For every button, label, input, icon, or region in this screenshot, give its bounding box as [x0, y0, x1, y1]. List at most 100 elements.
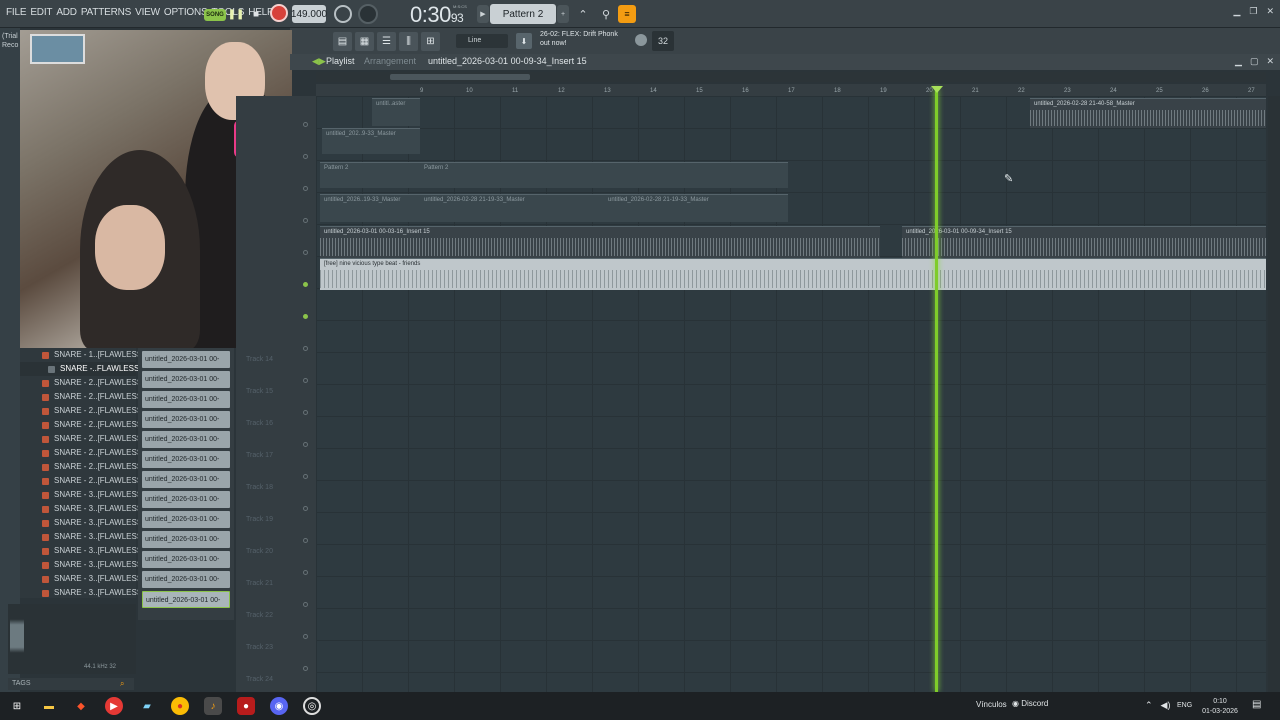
playhead-marker-icon[interactable] [931, 86, 943, 93]
song-mode-toggle[interactable]: SONG [204, 9, 226, 21]
clip-item[interactable]: untitled_2026-03-01 00- [142, 511, 230, 528]
fl-studio-icon[interactable]: ♪ [204, 697, 222, 715]
browser-item[interactable]: SNARE - 2..[FLAWLESS] [20, 404, 144, 418]
clip-block[interactable]: untitl..aster [372, 98, 420, 126]
system-clock[interactable]: 0:10 01-03-2026 [1200, 697, 1240, 717]
piano-roll-icon[interactable]: ▦ [355, 32, 374, 51]
minimize-icon[interactable]: ▁ [1233, 6, 1240, 17]
recorder-app-icon[interactable]: ● [237, 697, 255, 715]
news-panel[interactable]: 26-02: FLEX: Drift Phonk out now! [540, 30, 630, 48]
pattern-add-icon[interactable]: + [557, 5, 569, 23]
browser-item[interactable]: SNARE - 3..[FLAWLESS] [20, 502, 144, 516]
chrome-icon[interactable]: ● [171, 697, 189, 715]
track-mute-toggle[interactable] [303, 634, 308, 639]
clip-item[interactable]: untitled_2026-03-01 00- [142, 551, 230, 568]
track-mute-toggle[interactable] [303, 250, 308, 255]
snap-selector[interactable]: Line [456, 34, 508, 48]
clip-item[interactable]: untitled_2026-03-01 00- [142, 431, 230, 448]
track-mute-toggle[interactable] [303, 218, 308, 223]
online-icon[interactable] [635, 34, 647, 46]
clip-item[interactable]: untitled_2026-03-01 00- [142, 451, 230, 468]
news-icon[interactable]: ⬇ [516, 33, 532, 49]
file-explorer-icon[interactable]: ▬ [40, 697, 58, 715]
track-mute-toggle[interactable] [303, 122, 308, 127]
clip-item[interactable]: untitled_2026-03-01 00- [142, 351, 230, 368]
audio-clip[interactable]: [free] nine vicious type beat - friends [320, 258, 1266, 290]
clip-block[interactable]: untitled_2026-02-28 21-19-33_Master [420, 194, 604, 222]
menu-add[interactable]: ADD [54, 7, 79, 18]
browser-icon[interactable]: ⊞ [421, 32, 440, 51]
track-mute-toggle[interactable] [303, 570, 308, 575]
audio-clip[interactable]: untitled_2026-03-01 00-03-16_Insert 15 [320, 226, 880, 258]
clip-block[interactable]: untitled_2026..19-33_Master [320, 194, 420, 222]
clip-item[interactable]: untitled_2026-03-01 00- [142, 491, 230, 508]
menu-patterns[interactable]: PATTERNS [79, 7, 133, 18]
clip-block[interactable]: untitled_202..9-33_Master [322, 128, 420, 154]
track-mute-toggle[interactable] [303, 474, 308, 479]
clip-item[interactable]: untitled_2026-03-01 00- [142, 411, 230, 428]
close-icon[interactable]: ✕ [1266, 56, 1274, 67]
browser-item[interactable]: SNARE -..FLAWLESS] [20, 362, 142, 376]
track-mute-toggle[interactable] [303, 378, 308, 383]
snap-tool-icon[interactable]: ⌃ [574, 5, 592, 23]
hint-bar-icon[interactable]: ≡ [618, 5, 636, 23]
playlist-play-icon[interactable]: ◀▶ [312, 56, 326, 67]
track-mute-toggle[interactable] [303, 410, 308, 415]
track-mute-toggle[interactable] [303, 346, 308, 351]
media-app-icon[interactable]: ▶ [105, 697, 123, 715]
discord-tray-item[interactable]: ◉ Discord [1012, 699, 1048, 708]
language-indicator[interactable]: ENG [1177, 702, 1192, 709]
clip-item[interactable]: untitled_2026-03-01 00- [142, 531, 230, 548]
scroll-thumb[interactable] [390, 74, 530, 80]
menu-edit[interactable]: EDIT [28, 7, 54, 18]
audio-clip[interactable]: untitled_2026-02-28 21-40-58_Master [1030, 98, 1266, 128]
browser-item[interactable]: SNARE - 2..[FLAWLESS] [20, 376, 144, 390]
browser-item[interactable]: SNARE - 3..[FLAWLESS] [20, 572, 144, 586]
pattern-prev-icon[interactable]: ▶ [477, 5, 489, 23]
pattern-clip[interactable]: Pattern 2 [420, 162, 788, 188]
pattern-clip[interactable]: Pattern 2 [320, 162, 420, 188]
menu-view[interactable]: VIEW [133, 7, 162, 18]
clip-item[interactable]: untitled_2026-03-01 00- [142, 591, 230, 608]
playhead[interactable] [935, 88, 938, 692]
mixer-icon[interactable]: ⫼ [399, 32, 418, 51]
speaker-icon[interactable]: ◀) [1161, 700, 1171, 711]
clip-item[interactable]: untitled_2026-03-01 00- [142, 371, 230, 388]
channel-rack-icon[interactable]: ☰ [377, 32, 396, 51]
discord-icon[interactable]: ◉ [270, 697, 288, 715]
clip-item[interactable]: untitled_2026-03-01 00- [142, 391, 230, 408]
pause-button[interactable]: ❚❚ [228, 5, 245, 23]
brave-browser-icon[interactable]: ◆ [72, 697, 90, 715]
menu-options[interactable]: OPTIONS [162, 7, 210, 18]
vinculos-label[interactable]: Vínculos [976, 700, 1007, 709]
chevron-up-icon[interactable]: ⌃ [1145, 700, 1153, 711]
notification-icon[interactable]: ▤ [1252, 699, 1261, 710]
maximize-icon[interactable]: ▢ [1250, 56, 1259, 67]
browser-item[interactable]: SNARE - 2..[FLAWLESS] [20, 432, 144, 446]
browser-item[interactable]: SNARE - 3..[FLAWLESS] [20, 544, 144, 558]
vertical-scrollbar[interactable] [1268, 96, 1280, 692]
browser-item[interactable]: SNARE - 2..[FLAWLESS] [20, 446, 144, 460]
track-mute-toggle[interactable] [303, 666, 308, 671]
tags-field[interactable]: TAGS [8, 678, 134, 690]
minimize-icon[interactable]: ▁ [1235, 56, 1242, 67]
link-icon[interactable]: ⚲ [597, 5, 615, 23]
track-mute-toggle[interactable] [303, 282, 308, 287]
windows-start-icon[interactable]: ⊞ [8, 697, 26, 715]
record-button[interactable] [270, 4, 288, 22]
clip-block[interactable]: untitled_2026-02-28 21-19-33_Master [604, 194, 788, 222]
master-volume-knob[interactable] [358, 4, 378, 24]
clip-item[interactable]: untitled_2026-03-01 00- [142, 571, 230, 588]
playlist-icon[interactable]: ▤ [333, 32, 352, 51]
track-mute-toggle[interactable] [303, 538, 308, 543]
menu-file[interactable]: FILE [4, 7, 28, 18]
track-mute-toggle[interactable] [303, 314, 308, 319]
audio-clip[interactable]: untitled_2026-03-01 00-09-34_Insert 15 [902, 226, 1266, 258]
browser-item[interactable]: SNARE - 3..[FLAWLESS] [20, 558, 144, 572]
obs-icon[interactable]: ◎ [303, 697, 321, 715]
browser-item[interactable]: SNARE - 2..[FLAWLESS] [20, 460, 144, 474]
browser-item[interactable]: SNARE - 1..[FLAWLESS] [20, 348, 144, 362]
search-icon[interactable]: ⌕ [120, 679, 124, 689]
pattern-selector[interactable]: Pattern 2 [490, 4, 556, 24]
notes-app-icon[interactable]: ▰ [138, 697, 156, 715]
